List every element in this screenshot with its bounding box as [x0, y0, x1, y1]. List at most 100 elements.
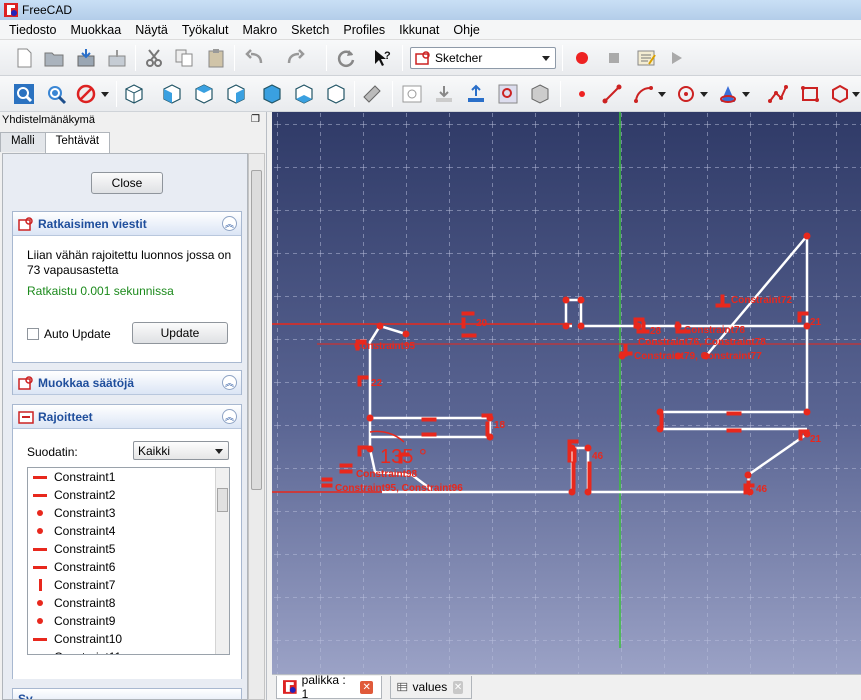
create-rectangle-button[interactable] [796, 80, 824, 108]
menu-view[interactable]: Näytä [128, 23, 175, 37]
create-arc-button[interactable] [630, 80, 658, 108]
copy-button[interactable] [170, 44, 198, 72]
close-icon[interactable]: ✕ [360, 680, 373, 694]
menu-macro[interactable]: Makro [235, 23, 284, 37]
doc-tab-palikka[interactable]: palikka : 1 ✕ [276, 673, 382, 700]
workbench-selector[interactable]: Sketcher [410, 47, 556, 69]
collapse-icon[interactable]: ︽ [222, 216, 237, 231]
filter-select[interactable]: Kaikki [133, 441, 229, 460]
view-rear-button[interactable] [258, 80, 286, 108]
view-right-button[interactable] [222, 80, 250, 108]
menu-sketch[interactable]: Sketch [284, 23, 336, 37]
tab-tasks[interactable]: Tehtävät [44, 132, 111, 154]
arc-dropdown[interactable] [656, 80, 668, 108]
edit-controls-header[interactable]: Muokkaa säätöjä ︽ [13, 371, 241, 395]
menu-windows[interactable]: Ikkunat [392, 23, 446, 37]
solver-messages-header[interactable]: Ratkaisimen viestit ︽ [13, 212, 241, 236]
view-bottom-button[interactable] [290, 80, 318, 108]
list-scroll-thumb[interactable] [217, 488, 228, 512]
polygon-dropdown[interactable] [850, 80, 861, 108]
undo-icon [245, 49, 263, 64]
save-as-button[interactable] [103, 44, 131, 72]
panel-scroll-thumb[interactable] [251, 170, 262, 490]
list-item[interactable]: Constraint4 [28, 522, 229, 540]
create-conic-button[interactable] [714, 80, 742, 108]
whats-this-button[interactable]: ? [368, 44, 396, 72]
cube-isometric-icon [125, 84, 143, 104]
paste-button[interactable] [202, 44, 230, 72]
panel-tabs: Malli Tehtävät [0, 132, 111, 154]
menu-tools[interactable]: Työkalut [175, 23, 236, 37]
panel-scrollbar[interactable] [248, 153, 265, 700]
view-sketch-button[interactable] [462, 80, 490, 108]
refresh-button[interactable] [332, 44, 360, 72]
view-top-button[interactable] [190, 80, 218, 108]
list-item[interactable]: Constraint9 [28, 612, 229, 630]
filter-label: Suodatin: [27, 445, 78, 459]
new-sketch-button[interactable] [398, 80, 426, 108]
list-item[interactable]: Constraint3 [28, 504, 229, 522]
3d-viewport[interactable]: Constraint72 Constraint78 Constraint76, … [272, 112, 861, 674]
stop-macro-button[interactable] [600, 44, 628, 72]
close-button[interactable]: Close [91, 172, 163, 194]
list-scrollbar[interactable] [215, 468, 229, 654]
draw-style-button[interactable] [72, 80, 100, 108]
list-item[interactable]: Constraint2 [28, 486, 229, 504]
measure-button[interactable] [358, 80, 386, 108]
line-icon [602, 84, 622, 104]
list-item[interactable]: Constraint11 [28, 648, 229, 654]
list-item[interactable]: Constraint7 [28, 576, 229, 594]
create-polyline-button[interactable] [764, 80, 792, 108]
view-left-button[interactable] [322, 80, 350, 108]
run-macro-button[interactable] [662, 44, 690, 72]
fit-all-button[interactable] [10, 80, 38, 108]
circle-dropdown[interactable] [698, 80, 710, 108]
open-button[interactable] [40, 44, 68, 72]
reorient-sketch-button[interactable] [526, 80, 554, 108]
collapse-icon[interactable]: ︽ [222, 409, 237, 424]
horizontal-constraint-icon [421, 432, 437, 437]
list-item[interactable]: Constraint10 [28, 630, 229, 648]
save-button[interactable] [72, 44, 100, 72]
sketch-canvas[interactable]: Constraint72 Constraint78 Constraint76, … [272, 112, 861, 674]
menu-profiles[interactable]: Profiles [336, 23, 392, 37]
refresh-icon [337, 50, 355, 67]
redo-button[interactable] [282, 44, 310, 72]
expand-icon[interactable]: ︽ [222, 375, 237, 390]
fit-selection-button[interactable] [42, 80, 70, 108]
leave-sketch-button[interactable] [430, 80, 458, 108]
cut-button[interactable] [140, 44, 168, 72]
undo-button[interactable] [240, 44, 268, 72]
view-isometric-button[interactable] [120, 80, 148, 108]
edit-macro-button[interactable] [632, 44, 660, 72]
draw-style-dropdown[interactable] [98, 80, 112, 108]
svg-text:?: ? [384, 50, 391, 62]
list-item[interactable]: Constraint5 [28, 540, 229, 558]
menu-file[interactable]: Tiedosto [2, 23, 63, 37]
tab-model[interactable]: Malli [0, 132, 46, 152]
vertical-constraint-icon [746, 480, 751, 492]
map-sketch-button[interactable] [494, 80, 522, 108]
bottom-box-header[interactable]: Sv [13, 689, 241, 699]
constraints-header[interactable]: Rajoitteet ︽ [13, 405, 241, 429]
constraints-list[interactable]: Constraint1 Constraint2 Constraint3 Constra… [27, 467, 230, 655]
list-item[interactable]: Constraint8 [28, 594, 229, 612]
create-line-button[interactable] [598, 80, 626, 108]
create-circle-button[interactable] [672, 80, 700, 108]
conic-dropdown[interactable] [740, 80, 752, 108]
auto-update-checkbox[interactable] [27, 328, 39, 340]
new-document-button[interactable] [10, 44, 38, 72]
menu-help[interactable]: Ohje [446, 23, 486, 37]
record-macro-button[interactable] [568, 44, 596, 72]
float-panel-icon[interactable]: ❐ [251, 114, 260, 125]
update-button[interactable]: Update [132, 322, 228, 344]
doc-tab-values[interactable]: values ✕ [390, 676, 472, 699]
vertical-constraint-icon [571, 461, 576, 491]
create-point-button[interactable] [568, 80, 596, 108]
constraint-name: Constraint5 [54, 542, 116, 556]
close-icon[interactable]: ✕ [453, 680, 463, 694]
menu-edit[interactable]: Muokkaa [63, 23, 128, 37]
list-item[interactable]: Constraint1 [28, 468, 229, 486]
list-item[interactable]: Constraint6 [28, 558, 229, 576]
view-front-button[interactable] [158, 80, 186, 108]
